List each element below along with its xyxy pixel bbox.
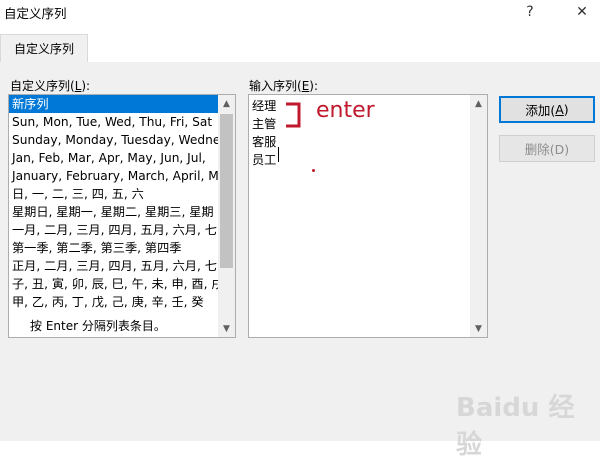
list-item[interactable]: 新序列 [9, 95, 235, 113]
list-entries-textbox[interactable]: 经理 主管 客服 员工 ▲ ▼ [248, 94, 488, 338]
dialog-panel: 自定义序列(L): 新序列 Sun, Mon, Tue, Wed, Thu, Fr… [0, 62, 600, 460]
tab-label: 自定义序列 [13, 42, 74, 56]
annotation-bracket-icon [286, 102, 301, 128]
list-item[interactable]: 星期日, 星期一, 星期二, 星期三, 星期 [9, 203, 235, 221]
list-item[interactable]: 一月, 二月, 三月, 四月, 五月, 六月, 七 [9, 221, 235, 239]
annotation-dot [312, 169, 315, 172]
tab-strip [0, 34, 600, 63]
scroll-down-arrow-icon[interactable]: ▼ [218, 320, 235, 337]
watermark-logo: Baidu 经验 [456, 393, 575, 460]
entry-line: 员工 [252, 153, 277, 167]
textbox-scrollbar[interactable]: ▲ ▼ [470, 95, 487, 337]
list-item[interactable]: Sun, Mon, Tue, Wed, Thu, Fri, Sat [9, 113, 235, 131]
custom-lists-label: 自定义序列(L): [10, 79, 91, 93]
entry-line: 客服 [252, 135, 277, 149]
scroll-up-arrow-icon[interactable]: ▲ [218, 95, 235, 112]
input-entries-label: 输入序列(E): [249, 79, 319, 93]
help-icon: ? [526, 4, 534, 20]
help-button[interactable]: ? [513, 0, 547, 24]
add-button[interactable]: 添加(A) [499, 96, 595, 123]
title-bar: 自定义序列 ? ✕ [0, 0, 600, 24]
list-item[interactable]: 甲, 乙, 丙, 丁, 戊, 己, 庚, 辛, 壬, 癸 [9, 293, 235, 311]
list-item[interactable]: Sunday, Monday, Tuesday, Wednesday [9, 131, 235, 149]
list-item[interactable]: 正月, 二月, 三月, 四月, 五月, 六月, 七 [9, 257, 235, 275]
hint-label: 按 Enter 分隔列表条目。 [30, 319, 166, 333]
list-item[interactable]: January, February, March, April, Ma [9, 167, 235, 185]
list-item[interactable]: Jan, Feb, Mar, Apr, May, Jun, Jul, [9, 149, 235, 167]
list-item[interactable]: 第一季, 第二季, 第三季, 第四季 [9, 239, 235, 257]
tab-custom-lists[interactable]: 自定义序列 [0, 34, 88, 62]
custom-lists-listbox[interactable]: 新序列 Sun, Mon, Tue, Wed, Thu, Fri, Sat Sund… [8, 94, 236, 338]
custom-lists-items: 新序列 Sun, Mon, Tue, Wed, Thu, Fri, Sat Sund… [9, 95, 235, 311]
annotation-text: enter [316, 98, 375, 123]
close-button[interactable]: ✕ [565, 0, 599, 24]
scroll-up-arrow-icon[interactable]: ▲ [470, 95, 487, 112]
list-item[interactable]: 日, 一, 二, 三, 四, 五, 六 [9, 185, 235, 203]
window-title: 自定义序列 [4, 6, 67, 21]
close-icon: ✕ [576, 4, 588, 20]
delete-button[interactable]: 删除(D) [499, 135, 595, 162]
scrollbar-thumb[interactable] [220, 114, 233, 268]
text-caret [278, 147, 279, 162]
list-item[interactable]: 子, 丑, 寅, 卯, 辰, 巳, 午, 未, 申, 酉, 戌 [9, 275, 235, 293]
vertical-scrollbar[interactable]: ▲ ▼ [218, 95, 235, 337]
scroll-down-arrow-icon[interactable]: ▼ [470, 320, 487, 337]
